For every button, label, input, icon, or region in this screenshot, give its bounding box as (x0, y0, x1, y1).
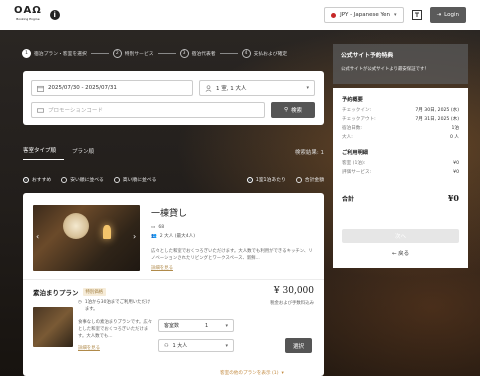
step-3: 3 宿泊代表者 (179, 49, 216, 58)
next-button[interactable]: 次へ (342, 229, 459, 243)
room-meta: ▭ 68 👥 2 大人 (最大4人) (151, 225, 196, 239)
guests-select[interactable]: ⚇ 1 大人 ▾ (158, 339, 234, 352)
login-icon: ⇥ (436, 12, 442, 18)
room-card: ‹ › 一棟貸し ▭ 68 👥 2 大人 (最大4人) 広々とした和室でおくつろぎい… (23, 193, 324, 376)
rooms-select[interactable]: 客室数 1 ▾ (158, 319, 234, 332)
flag-icon (331, 12, 337, 18)
info-icon[interactable]: i (49, 10, 60, 20)
top-bar: ОАΩ Booking Engine i JPY - Japanese Yen … (0, 0, 480, 30)
promo-code-input[interactable]: プロモーションコード (31, 102, 265, 118)
booking-steps: 1 宿泊プラン・客室を選択 2 特別サービス 3 宿泊代表者 4 支払および確定 (22, 49, 287, 58)
calendar-icon (37, 85, 44, 92)
sort-options: おすすめ 安い順に並べる 高い順に並べる 1室1泊あたり 合計金額 (23, 176, 324, 183)
back-link[interactable]: ← 戻る (333, 249, 468, 257)
search-icon: ⚲ (283, 107, 288, 113)
currency-selector[interactable]: JPY - Japanese Yen ▾ (324, 7, 404, 23)
logo[interactable]: ОАΩ Booking Engine (14, 6, 42, 24)
person-icon: ⚇ (164, 342, 169, 349)
ticket-icon (37, 107, 44, 114)
summary-row: 宿泊日数: 1泊 (342, 126, 459, 131)
radio-icon (61, 176, 68, 183)
plan-badge: 特別価格 (82, 288, 107, 296)
sort-price-low[interactable]: 安い順に並べる (61, 176, 104, 183)
date-range-input[interactable]: 2025/07/30 - 2025/07/31 (31, 80, 193, 96)
summary-row: チェックアウト: 7月 31日, 2025 (木) (342, 117, 459, 122)
chevron-down-icon: ▾ (225, 342, 228, 349)
room-photo-lamp (103, 225, 111, 239)
select-button[interactable]: 選択 (285, 338, 312, 353)
chevron-down-icon: ▾ (281, 370, 284, 376)
chevron-right-icon[interactable]: › (133, 232, 139, 242)
language-icon[interactable] (410, 8, 424, 22)
other-plans-link[interactable]: 客室の他のプランを表示 (1) ▾ (220, 370, 284, 376)
step-divider (90, 53, 109, 54)
people-icon: 👥 (151, 234, 157, 239)
summary-row: 大人: 0 人 (342, 135, 459, 140)
guests-selector[interactable]: 1 室, 1 大人 ▾ (199, 80, 315, 96)
clock-icon: ◷ (78, 300, 82, 305)
price-total[interactable]: 合計金額 (295, 176, 324, 183)
divider (23, 279, 324, 280)
login-button[interactable]: ⇥ Login (429, 7, 466, 23)
radio-icon (295, 176, 302, 183)
plan-photo[interactable] (33, 307, 73, 347)
detail-title: ご利用明細 (342, 150, 368, 156)
total-row: 合計 ¥0 (342, 193, 459, 203)
plan-name: 素泊まりプラン 特別価格 (33, 287, 107, 297)
results-count: 検索結果: 1 (294, 150, 324, 156)
step-divider (157, 53, 176, 54)
chevron-down-icon: ▾ (306, 85, 309, 91)
room-details-link[interactable]: 詳細を見る (151, 265, 173, 271)
summary-title: 予約概要 (342, 97, 363, 103)
room-title: 一棟貸し (151, 209, 188, 219)
detail-row: 評価サービス: ¥0 (342, 170, 459, 175)
chevron-down-icon: ▾ (225, 322, 228, 329)
chevron-left-icon[interactable]: ‹ (36, 232, 42, 242)
step-2: 2 特別サービス (112, 49, 154, 58)
tab-plan[interactable]: プラン順 (64, 145, 102, 160)
view-tabs: 客室タイプ順 プラン順 検索結果: 1 (23, 144, 324, 160)
plan-min-stay: ◷ 1泊から30泊までご利用いただけます。 (78, 300, 151, 312)
reservation-summary: 予約概要 チェックイン: 7月 30日, 2025 (水) チェックアウト: 7月 … (333, 88, 468, 268)
room-photo-window (63, 213, 89, 239)
plan-details-link[interactable]: 詳細を見る (78, 345, 100, 351)
plan-price: ¥ 30,000 (273, 286, 314, 296)
plan-description: 食事なしの素泊まりプランです。広々とした和室でおくつろぎいただけます。大人数でも… (78, 320, 153, 339)
radio-icon (23, 176, 29, 183)
room-photo[interactable]: ‹ › (33, 205, 140, 271)
summary-row: チェックイン: 7月 30日, 2025 (水) (342, 108, 459, 113)
sort-price-high[interactable]: 高い順に並べる (113, 176, 156, 183)
radio-icon (246, 176, 253, 183)
search-card: 2025/07/30 - 2025/07/31 1 室, 1 大人 ▾ プロモー… (23, 71, 324, 125)
plan-tax-note: 税金および手数料込み (270, 301, 314, 306)
official-site-benefits: 公式サイト予約特典 公式サイトが公式サイトより最安保証です！ (333, 44, 468, 84)
area-icon: ▭ (151, 225, 156, 230)
chevron-down-icon: ▾ (394, 12, 397, 18)
radio-icon (113, 176, 120, 183)
step-1: 1 宿泊プラン・客室を選択 (22, 49, 87, 58)
detail-row: 客室 (1泊): ¥0 (342, 161, 459, 166)
sort-recommended[interactable]: おすすめ (23, 176, 51, 183)
step-4: 4 支払および確定 (241, 49, 287, 58)
room-description: 広々とした和室でおくつろぎいただけます。大人数でも利用ができるキッチン、リノベー… (151, 249, 313, 261)
step-divider (219, 53, 238, 54)
tab-room-type[interactable]: 客室タイプ順 (23, 144, 65, 160)
search-button[interactable]: ⚲ 検索 (271, 102, 315, 118)
person-icon (205, 84, 212, 92)
price-per-night[interactable]: 1室1泊あたり (246, 176, 286, 183)
